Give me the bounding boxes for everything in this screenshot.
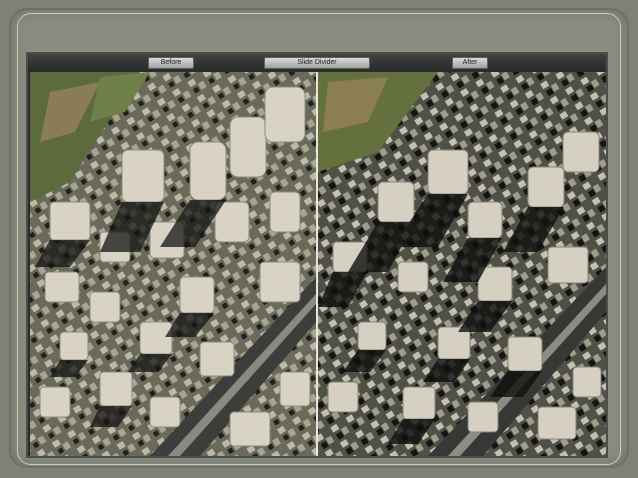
before-image-pane[interactable] xyxy=(30,72,316,456)
slide-divider-button[interactable]: Slide Divider xyxy=(264,57,370,69)
after-button[interactable]: After xyxy=(452,57,488,69)
before-aerial-image xyxy=(30,72,316,456)
image-comparison-viewer: Before Slide Divider After xyxy=(26,52,608,458)
before-button[interactable]: Before xyxy=(148,57,194,69)
after-image-pane[interactable] xyxy=(318,72,606,456)
after-aerial-image xyxy=(318,72,606,456)
viewer-toolbar: Before Slide Divider After xyxy=(28,54,606,70)
